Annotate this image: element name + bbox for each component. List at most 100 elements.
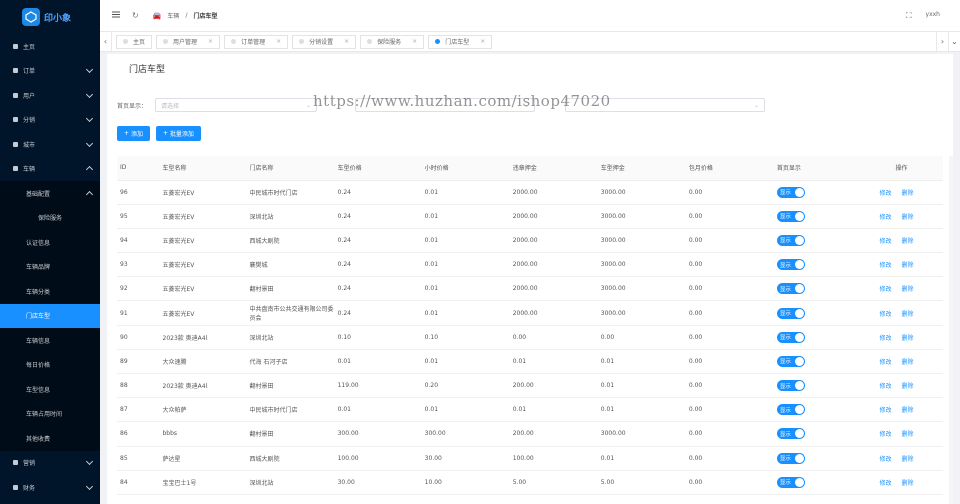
- sidebar-item[interactable]: 其他收费: [0, 426, 100, 451]
- sidebar-item[interactable]: 车辆信息: [0, 328, 100, 353]
- tab-item[interactable]: 用户管理 ×: [156, 34, 221, 49]
- tab-bar: ‹ 主页 用户管理 × 订单管理 × 分销设置 × 保险服务 × 门店车型 × › ⌄: [100, 31, 960, 52]
- home-display-switch[interactable]: 显示: [776, 210, 805, 222]
- table-cell: 88: [117, 373, 160, 399]
- sidebar-item[interactable]: 认证信息: [0, 230, 100, 255]
- edit-link[interactable]: 修改: [879, 238, 891, 245]
- sidebar-item-label: 门店车型: [26, 313, 51, 321]
- vertical-scrollbar[interactable]: [949, 156, 953, 504]
- chevron-down-icon: [85, 458, 94, 466]
- delete-link[interactable]: 删除: [901, 262, 913, 269]
- tab-item[interactable]: 主页: [116, 34, 153, 49]
- delete-link[interactable]: 删除: [901, 359, 913, 366]
- delete-link[interactable]: 删除: [901, 335, 913, 342]
- sidebar-item[interactable]: 分销: [0, 108, 100, 133]
- sidebar-item[interactable]: 用户: [0, 83, 100, 108]
- tab-scroll-left-icon[interactable]: ‹: [100, 31, 112, 52]
- home-display-switch[interactable]: 显示: [776, 428, 805, 440]
- tab-item[interactable]: 分销设置 ×: [292, 34, 357, 49]
- edit-link[interactable]: 修改: [879, 431, 891, 438]
- sidebar-item[interactable]: 营销: [0, 451, 100, 476]
- delete-link[interactable]: 删除: [901, 311, 913, 318]
- edit-link[interactable]: 修改: [879, 456, 891, 463]
- column-header: 车型押金: [597, 156, 686, 181]
- home-display-switch[interactable]: 显示: [776, 476, 805, 488]
- sidebar-item[interactable]: 每日价格: [0, 352, 100, 377]
- home-display-switch[interactable]: 显示: [776, 186, 805, 198]
- tab-menu-icon[interactable]: ⌄: [948, 31, 960, 52]
- edit-link[interactable]: 修改: [879, 407, 891, 414]
- delete-link[interactable]: 删除: [901, 383, 913, 390]
- edit-link[interactable]: 修改: [879, 311, 891, 318]
- add-button[interactable]: + 添加: [117, 126, 150, 141]
- sidebar-item[interactable]: 基础配置: [0, 181, 100, 206]
- sidebar-item[interactable]: 财务: [0, 475, 100, 500]
- refresh-icon[interactable]: ↻: [132, 11, 139, 20]
- sidebar-item[interactable]: 城市: [0, 132, 100, 157]
- edit-link[interactable]: 修改: [879, 383, 891, 390]
- delete-link[interactable]: 删除: [901, 456, 913, 463]
- table-cell: 2000.00: [509, 252, 598, 278]
- user-name[interactable]: yxxh: [926, 11, 940, 21]
- table-row: 89 大众速腾 代海 石河子店 0.01 0.01 0.01 0.01 0.00 显示 修改 删除: [117, 349, 943, 375]
- table-cell: 0.00: [685, 470, 774, 495]
- sidebar-item[interactable]: 车型信息: [0, 377, 100, 402]
- edit-link[interactable]: 修改: [879, 286, 891, 293]
- tab-scroll-right-icon[interactable]: ›: [936, 31, 948, 52]
- sidebar-item[interactable]: 车辆品牌: [0, 254, 100, 279]
- delete-link[interactable]: 删除: [901, 190, 913, 197]
- close-icon[interactable]: ×: [344, 38, 349, 45]
- tab-item[interactable]: 保险服务 ×: [360, 34, 425, 49]
- edit-link[interactable]: 修改: [879, 359, 891, 366]
- edit-link[interactable]: 修改: [879, 190, 891, 197]
- sidebar-item[interactable]: 订单: [0, 59, 100, 84]
- delete-link[interactable]: 删除: [901, 407, 913, 414]
- close-icon[interactable]: ×: [480, 38, 485, 45]
- sidebar-item[interactable]: 主页: [0, 34, 100, 59]
- filter-select-home[interactable]: 请选择 ⌄: [155, 98, 318, 112]
- sidebar-item[interactable]: 车辆分类: [0, 279, 100, 304]
- delete-link[interactable]: 删除: [901, 238, 913, 245]
- sidebar-item[interactable]: 车辆: [0, 157, 100, 182]
- sidebar-item-label: 主页: [23, 43, 36, 51]
- close-icon[interactable]: ×: [276, 38, 281, 45]
- chevron-down-icon: [85, 482, 94, 490]
- home-display-switch[interactable]: 显示: [776, 355, 805, 367]
- table-cell: 西城大剧院: [246, 228, 335, 254]
- menu-toggle-icon[interactable]: [112, 11, 120, 20]
- table-cell: 2023款 奥迪A4l: [159, 373, 247, 399]
- close-icon[interactable]: ×: [412, 38, 417, 45]
- table-cell: 0.01: [597, 446, 686, 471]
- car-icon: 🚘: [152, 11, 162, 20]
- home-display-switch[interactable]: 显示: [776, 331, 805, 343]
- tab-item[interactable]: 门店车型 ×: [428, 34, 493, 49]
- home-display-switch[interactable]: 显示: [776, 404, 805, 416]
- home-display-switch[interactable]: 显示: [776, 380, 805, 392]
- edit-link[interactable]: 修改: [879, 214, 891, 221]
- tab-item[interactable]: 订单管理 ×: [224, 34, 289, 49]
- sidebar-item[interactable]: 车辆占用时间: [0, 401, 100, 426]
- sidebar-item[interactable]: 保险服务: [0, 205, 100, 230]
- edit-link[interactable]: 修改: [879, 335, 891, 342]
- share-icon: [12, 116, 19, 123]
- edit-link[interactable]: 修改: [879, 480, 891, 487]
- edit-link[interactable]: 修改: [879, 262, 891, 269]
- delete-link[interactable]: 删除: [901, 480, 913, 487]
- close-icon[interactable]: ×: [208, 38, 213, 45]
- fullscreen-icon[interactable]: ⛶: [906, 11, 912, 21]
- home-display-switch[interactable]: 显示: [776, 283, 805, 295]
- home-display-switch[interactable]: 显示: [776, 307, 805, 319]
- delete-link[interactable]: 删除: [901, 431, 913, 438]
- table-cell: 0.00: [685, 228, 774, 254]
- breadcrumb-item[interactable]: 车辆: [167, 11, 179, 20]
- car-model-table: ID 车型名称 门店名称 车型价格 小时价格 违章押金 车型押金 包月价格 首页显示 操作 96 五…: [117, 156, 943, 495]
- home-display-switch[interactable]: 显示: [776, 234, 805, 246]
- batch-add-button[interactable]: + 批量添加: [155, 126, 201, 141]
- home-display-switch[interactable]: 显示: [776, 259, 805, 271]
- logo-text: 印小象: [44, 13, 72, 24]
- sidebar-item[interactable]: 门店车型: [0, 303, 100, 328]
- delete-link[interactable]: 删除: [901, 286, 913, 293]
- delete-link[interactable]: 删除: [901, 214, 913, 221]
- home-display-switch[interactable]: 显示: [776, 452, 805, 464]
- location-icon: [12, 141, 19, 148]
